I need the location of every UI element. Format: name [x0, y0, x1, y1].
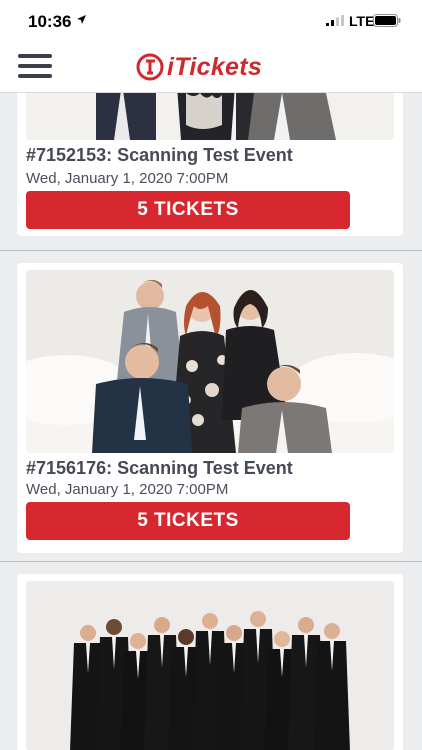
status-time: 10:36: [28, 12, 72, 31]
event-image: [26, 581, 394, 750]
event-card[interactable]: [17, 574, 403, 750]
event-list[interactable]: #7152153: Scanning Test Event Wed, Janua…: [0, 93, 422, 750]
divider: [0, 561, 422, 562]
status-bar: 10:36 LTE: [0, 0, 422, 44]
location-arrow-icon: [77, 15, 86, 24]
event-image: [26, 270, 394, 453]
event-image: [26, 93, 394, 140]
itickets-logo-icon: [136, 53, 164, 81]
app-header: iTickets: [0, 44, 422, 93]
logo-text: iTickets: [167, 52, 263, 81]
hamburger-menu-icon[interactable]: [18, 54, 52, 80]
event-card[interactable]: #7152153: Scanning Test Event Wed, Janua…: [17, 93, 403, 236]
event-title[interactable]: #7152153: Scanning Test Event: [26, 145, 293, 166]
event-title[interactable]: #7156176: Scanning Test Event: [26, 458, 293, 479]
tickets-button[interactable]: 5 TICKETS: [26, 191, 350, 229]
event-card[interactable]: #7156176: Scanning Test Event Wed, Janua…: [17, 263, 403, 553]
event-date: Wed, January 1, 2020 7:00PM: [26, 481, 229, 498]
tickets-button[interactable]: 5 TICKETS: [26, 502, 350, 540]
network-type: LTE: [349, 13, 375, 29]
signal-bars-icon: [326, 15, 344, 26]
battery-icon: [373, 14, 401, 27]
divider: [0, 250, 422, 251]
itickets-logo: iTickets: [136, 50, 262, 84]
event-date: Wed, January 1, 2020 7:00PM: [26, 170, 229, 187]
